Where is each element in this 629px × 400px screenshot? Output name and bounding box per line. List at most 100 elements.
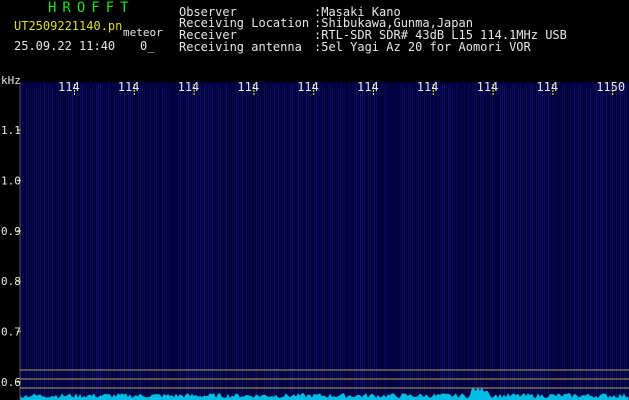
noise-streak (194, 84, 195, 400)
noise-streak (492, 84, 493, 400)
noise-streak (560, 84, 561, 400)
noise-streak (546, 84, 547, 400)
noise-streak (376, 84, 377, 400)
noise-streak (610, 84, 611, 400)
noise-streak (298, 84, 299, 400)
noise-streak (510, 84, 511, 400)
noise-streak (372, 84, 373, 400)
noise-streak (242, 84, 243, 400)
noise-streak (438, 84, 439, 400)
noise-streak (184, 84, 185, 400)
noise-streak (192, 84, 193, 400)
noise-streak (418, 84, 419, 400)
noise-streak (364, 84, 365, 400)
noise-streak (366, 84, 367, 400)
noise-streak (190, 84, 191, 400)
noise-streak (176, 84, 177, 400)
noise-streak (336, 84, 337, 400)
noise-streak (202, 84, 203, 400)
noise-streak (326, 84, 327, 400)
noise-streak (258, 84, 259, 400)
noise-streak (54, 84, 55, 400)
noise-streak (540, 84, 541, 400)
noise-streak (198, 84, 199, 400)
noise-streak (50, 84, 51, 400)
noise-streak (536, 84, 537, 400)
noise-streak (482, 84, 483, 400)
noise-streak (288, 84, 289, 400)
noise-streak (444, 84, 445, 400)
noise-streak (234, 84, 235, 400)
noise-streak (300, 84, 301, 400)
noise-streak (84, 84, 85, 400)
x-tick-label: 114 (417, 80, 439, 94)
noise-streak (150, 84, 151, 400)
noise-streak (104, 84, 105, 400)
noise-streak (602, 84, 603, 400)
noise-streak (68, 84, 69, 400)
noise-streak (166, 84, 167, 400)
noise-streak (612, 84, 613, 400)
noise-streak (312, 84, 313, 400)
noise-streak (34, 84, 35, 400)
noise-streak (172, 84, 173, 400)
noise-streak (48, 84, 49, 400)
noise-streak (378, 84, 379, 400)
noise-streak (344, 84, 345, 400)
noise-streak (586, 84, 587, 400)
noise-streak (478, 84, 479, 400)
noise-streak (572, 84, 573, 400)
noise-streak (566, 84, 567, 400)
noise-streak (524, 84, 525, 400)
y-tick-label: 1.1 (1, 124, 21, 137)
noise-streak (616, 84, 617, 400)
noise-streak (544, 84, 545, 400)
noise-streak (596, 84, 597, 400)
noise-streak (98, 84, 99, 400)
noise-streak (188, 84, 189, 400)
noise-streak (394, 84, 395, 400)
noise-streak (340, 84, 341, 400)
noise-streak (624, 84, 625, 400)
noise-streak (270, 84, 271, 400)
noise-streak (486, 84, 487, 400)
noise-streak (120, 84, 121, 400)
noise-streak (410, 84, 411, 400)
noise-streak (310, 84, 311, 400)
noise-streak (408, 84, 409, 400)
noise-streak (494, 84, 495, 400)
noise-streak (196, 84, 197, 400)
noise-streak (426, 84, 427, 400)
x-tick-label: 114 (58, 80, 80, 94)
noise-streak (316, 84, 317, 400)
noise-streak (44, 84, 45, 400)
noise-streak (86, 84, 87, 400)
noise-streak (574, 84, 575, 400)
noise-streak (594, 84, 595, 400)
antenna-value: :5el Yagi Az 20 for Aomori VOR (314, 40, 531, 54)
noise-streak (112, 84, 113, 400)
noise-streak (294, 84, 295, 400)
noise-streak (338, 84, 339, 400)
noise-streak (454, 84, 455, 400)
noise-streak (390, 84, 391, 400)
noise-streak (568, 84, 569, 400)
noise-streak (456, 84, 457, 400)
noise-streak (128, 84, 129, 400)
meteor-count: 0_ (140, 39, 155, 53)
noise-streak (526, 84, 527, 400)
noise-streak (278, 84, 279, 400)
noise-streak (620, 84, 621, 400)
noise-streak (306, 84, 307, 400)
noise-streak (72, 84, 73, 400)
noise-streak (116, 84, 117, 400)
y-tick-label: 0.9 (1, 225, 21, 238)
noise-streak (46, 84, 47, 400)
noise-streak (178, 84, 179, 400)
noise-streak (158, 84, 159, 400)
noise-streak (160, 84, 161, 400)
noise-streak (606, 84, 607, 400)
noise-streak (230, 84, 231, 400)
x-tick-label: 114 (297, 80, 319, 94)
noise-streak (130, 84, 131, 400)
